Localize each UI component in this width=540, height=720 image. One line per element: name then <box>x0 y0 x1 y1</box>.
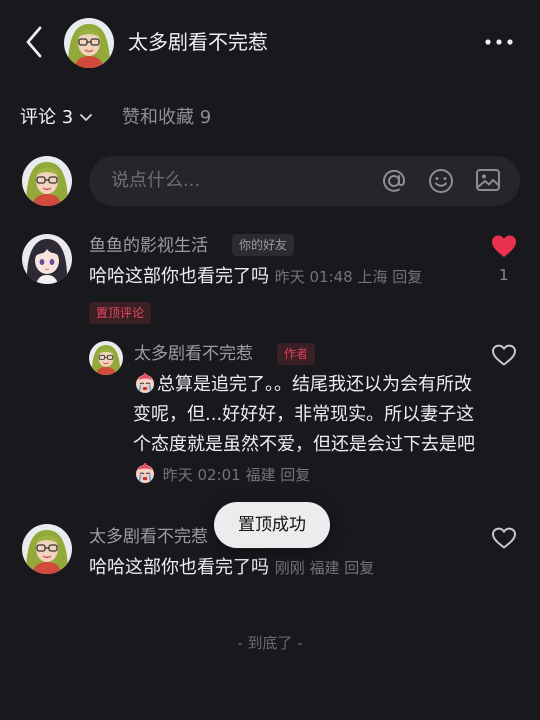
my-avatar <box>22 156 72 206</box>
emoji-icon[interactable] <box>427 167 455 195</box>
chevron-down-icon <box>80 114 93 121</box>
comment-input[interactable]: 说点什么... <box>89 156 520 206</box>
crying-emoji-icon <box>134 372 156 394</box>
reply-text-content: 总算是追完了。。结尾我还以为会有所改变呢，但...好好好，非常现实。所以妻子这个… <box>133 374 475 455</box>
reply-button[interactable]: 回复 <box>344 559 374 577</box>
author-badge: 作者 <box>277 343 316 365</box>
chevron-left-icon[interactable] <box>22 24 48 60</box>
crying-emoji-icon <box>134 462 156 484</box>
toast-pin-success: 置顶成功 <box>214 502 330 548</box>
comment-input-placeholder: 说点什么... <box>111 170 201 191</box>
page-title[interactable]: 太多剧看不完惹 <box>128 28 268 56</box>
end-of-list-text: - 到底了 - <box>237 634 303 652</box>
reply-button[interactable]: 回复 <box>280 466 310 484</box>
comment-text-content: 哈哈这部你也看完了吗 <box>89 266 269 287</box>
reply-author-avatar[interactable] <box>89 341 123 375</box>
more-horizontal-icon[interactable] <box>482 30 516 54</box>
commenter-name[interactable]: 太多剧看不完惹 <box>89 525 208 549</box>
comment-meta: 刚刚 福建 回复 <box>275 559 375 577</box>
comment-time-location: 刚刚 福建 <box>274 559 340 577</box>
comment-text[interactable]: 哈哈这部你也看完了吗 昨天 01:48 上海 回复 <box>89 262 422 292</box>
tab-comments[interactable]: 评论 3 <box>20 105 93 131</box>
friend-badge: 你的好友 <box>232 234 295 256</box>
reply-time-location: 昨天 02:01 福建 <box>162 466 276 484</box>
comment-meta: 昨天 01:48 上海 回复 <box>275 268 423 286</box>
heart-outline-icon[interactable] <box>491 526 517 550</box>
reply-button[interactable]: 回复 <box>392 268 422 286</box>
reply-meta: 昨天 02:01 福建 回复 <box>163 466 311 484</box>
tab-likes-and-collections[interactable]: 赞和收藏 9 <box>122 105 211 131</box>
reply-author-name[interactable]: 太多剧看不完惹 <box>134 342 253 366</box>
commenter-avatar[interactable] <box>22 524 72 574</box>
pinned-comment-badge: 置顶评论 <box>89 302 152 324</box>
commenter-name[interactable]: 鱼鱼的影视生活 <box>89 234 208 258</box>
like-count: 1 <box>499 266 509 284</box>
reply-text[interactable]: 总算是追完了。。结尾我还以为会有所改变呢，但...好好好，非常现实。所以妻子这个… <box>133 370 478 490</box>
comment-time-location: 昨天 01:48 上海 <box>274 268 388 286</box>
commenter-avatar[interactable] <box>22 234 72 284</box>
heart-outline-icon[interactable] <box>491 343 517 367</box>
at-icon[interactable] <box>380 167 408 195</box>
heart-icon[interactable] <box>490 233 518 259</box>
header-avatar[interactable] <box>64 18 114 68</box>
image-icon[interactable] <box>475 167 501 193</box>
tab-comments-label: 评论 3 <box>20 107 74 128</box>
comment-text-content: 哈哈这部你也看完了吗 <box>89 557 269 578</box>
comment-text[interactable]: 哈哈这部你也看完了吗 刚刚 福建 回复 <box>89 553 374 583</box>
